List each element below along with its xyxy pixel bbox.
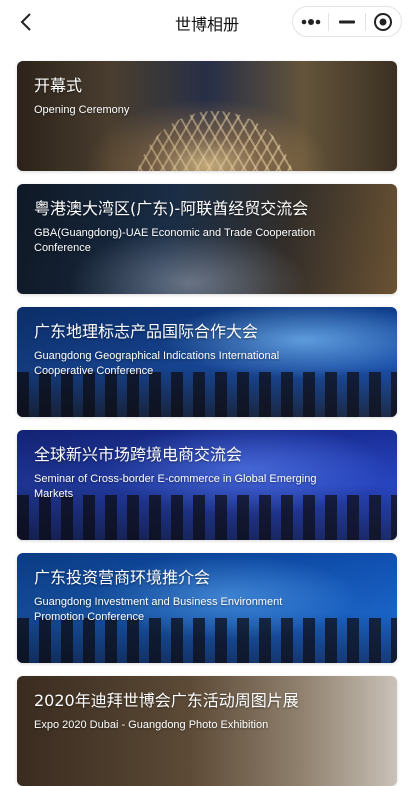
album-subtitle: Guangdong Investment and Business Enviro… <box>34 596 283 623</box>
album-subtitle: GBA(Guangdong)-UAE Economic and Trade Co… <box>34 227 316 254</box>
minimize-icon <box>338 20 355 23</box>
more-button[interactable] <box>293 7 328 36</box>
album-subtitle: Seminar of Cross-border E-commerce in Gl… <box>34 473 317 500</box>
album-card-photo-exhibition[interactable]: 2020年迪拜世博会广东活动周图片展 Expo 2020 Dubai - Gua… <box>17 676 397 786</box>
mini-program-capsule <box>292 6 402 37</box>
minimize-button[interactable] <box>329 7 364 36</box>
album-card-opening-ceremony[interactable]: 开幕式 Opening Ceremony <box>17 61 397 171</box>
album-title: 广东地理标志产品国际合作大会 <box>34 322 259 341</box>
album-title: 2020年迪拜世博会广东活动周图片展 <box>34 691 299 710</box>
navigation-bar: 世博相册 <box>0 0 414 44</box>
album-title: 全球新兴市场跨境电商交流会 <box>34 445 243 464</box>
album-title: 粤港澳大湾区(广东)-阿联酋经贸交流会 <box>34 199 309 218</box>
album-card-investment-promotion[interactable]: 广东投资营商环境推介会 Guangdong Investment and Bus… <box>17 553 397 663</box>
album-subtitle: Expo 2020 Dubai - Guangdong Photo Exhibi… <box>34 719 269 731</box>
album-card-geographical-indications[interactable]: 广东地理标志产品国际合作大会 Guangdong Geographical In… <box>17 307 397 417</box>
album-subtitle: Opening Ceremony <box>34 104 130 116</box>
album-subtitle: Guangdong Geographical Indications Inter… <box>34 350 280 377</box>
close-target-icon <box>374 12 393 31</box>
album-card-cross-border-ecommerce[interactable]: 全球新兴市场跨境电商交流会 Seminar of Cross-border E-… <box>17 430 397 540</box>
album-card-gba-uae-conference[interactable]: 粤港澳大湾区(广东)-阿联酋经贸交流会 GBA(Guangdong)-UAE E… <box>17 184 397 294</box>
close-button[interactable] <box>366 7 401 36</box>
album-title: 开幕式 <box>34 76 83 95</box>
album-title: 广东投资营商环境推介会 <box>34 568 211 587</box>
more-dots-icon <box>301 18 320 25</box>
